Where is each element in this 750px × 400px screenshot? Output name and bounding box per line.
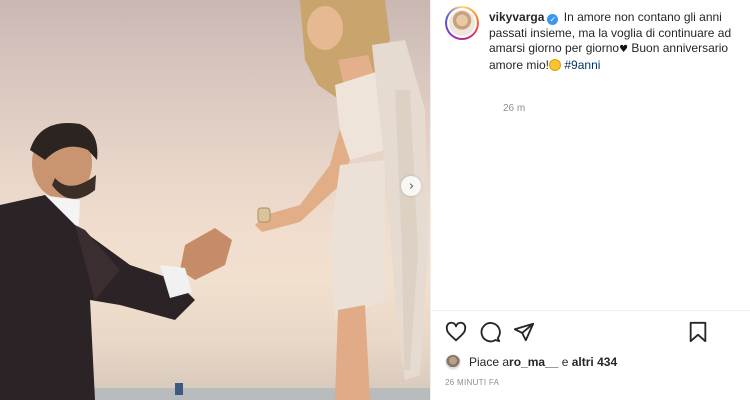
liker-avatar[interactable]	[445, 354, 461, 370]
username-link[interactable]: vikyvarga	[489, 10, 544, 24]
caption-time[interactable]: 26 m	[503, 103, 525, 114]
carousel-next-button[interactable]: ›	[401, 176, 421, 196]
caption-text: vikyvarga ✓ In amore non contano gli anni…	[489, 10, 750, 73]
post-actions: Piace a ro_ma__ e altri 434 26 MINUTI FA	[431, 310, 750, 400]
heart-emoji-icon: ♥	[619, 44, 629, 55]
likes-middle: e	[558, 355, 572, 369]
verified-badge-icon: ✓	[547, 14, 559, 25]
comment-icon[interactable]	[479, 321, 501, 343]
bookmark-icon[interactable]	[687, 321, 709, 343]
post-photo[interactable]: ›	[0, 0, 430, 400]
paper-plane-icon[interactable]	[513, 321, 535, 343]
likes-prefix: Piace a	[469, 355, 510, 369]
chevron-right-icon: ›	[408, 178, 415, 194]
photo-scene	[0, 0, 430, 400]
avatar[interactable]	[445, 6, 479, 40]
post-timestamp[interactable]: 26 MINUTI FA	[445, 378, 499, 387]
liker-username-link[interactable]: ro_ma__	[509, 355, 558, 369]
likes-summary: Piace a ro_ma__ e altri 434	[445, 353, 617, 371]
likes-others-link[interactable]: altri 434	[572, 355, 617, 369]
heart-icon[interactable]	[445, 321, 467, 343]
smiling-face-emoji-icon	[549, 58, 562, 71]
post-details-panel: vikyvarga ✓ In amore non contano gli anni…	[430, 0, 750, 400]
hashtag-link[interactable]: #9anni	[564, 58, 600, 72]
